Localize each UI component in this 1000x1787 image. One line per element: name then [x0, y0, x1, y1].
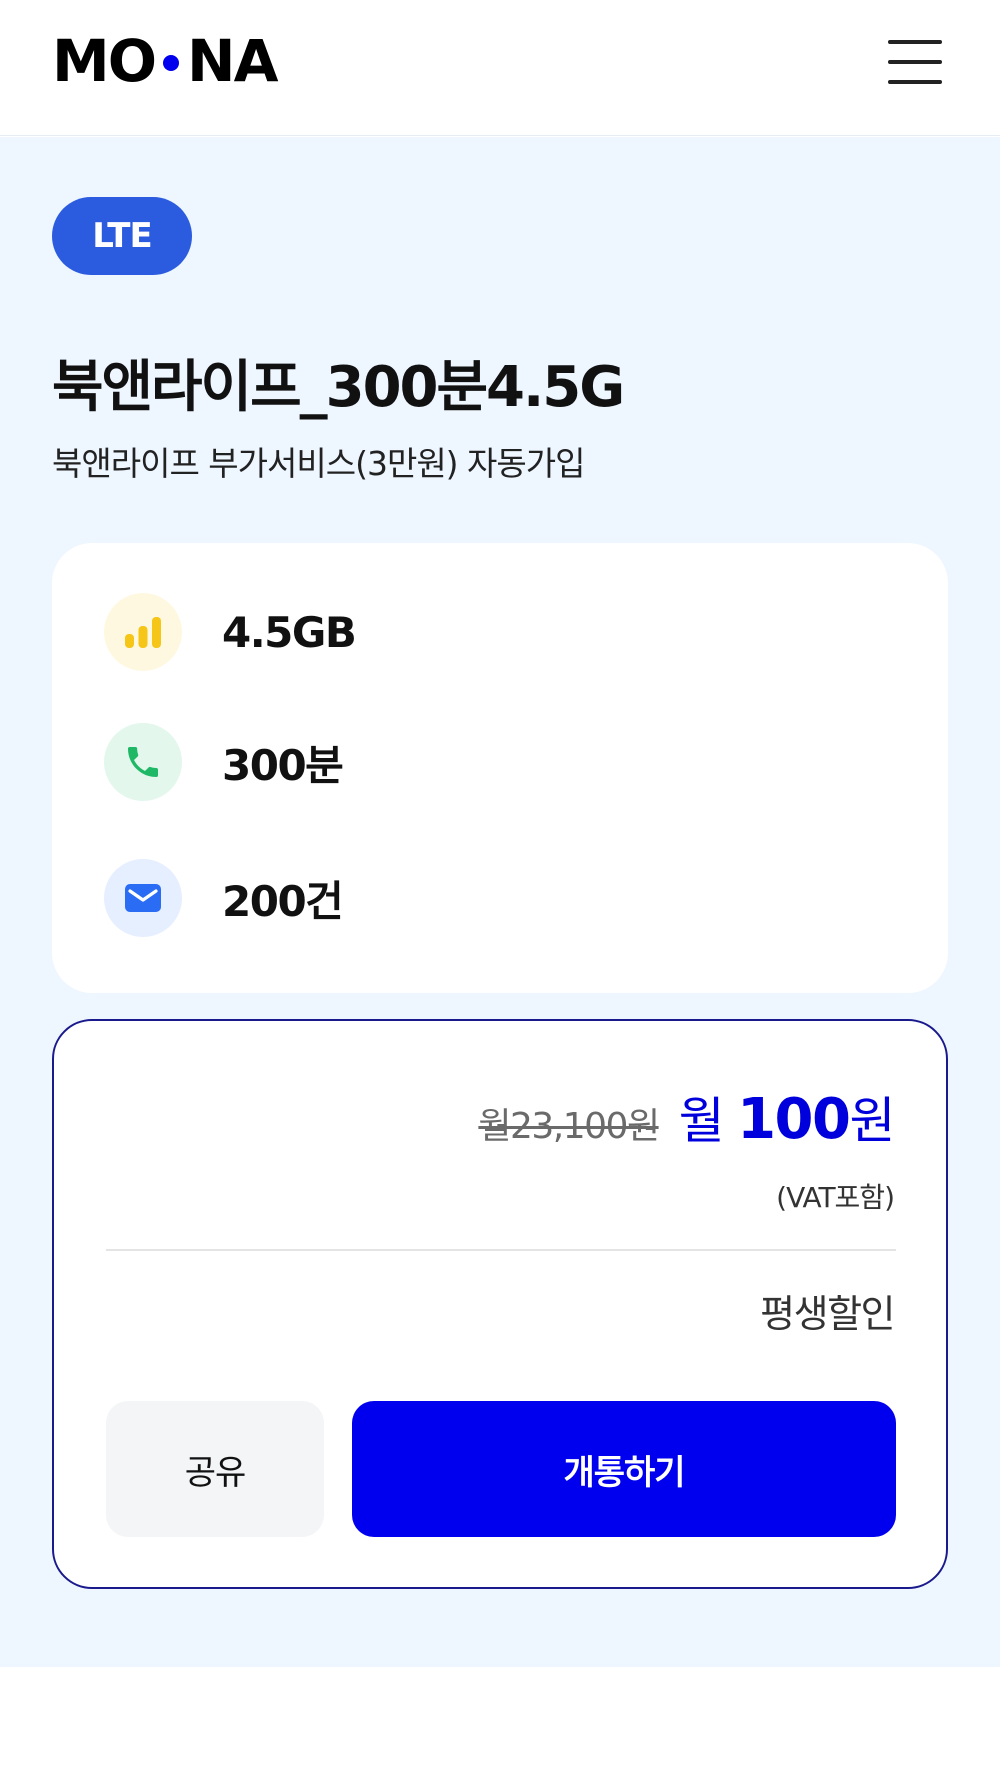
- logo-dot: [163, 55, 180, 71]
- sale-price-prefix: 월: [678, 1092, 725, 1150]
- phone-icon: [104, 723, 182, 801]
- features-card: 4.5GB 300분 200건: [52, 543, 948, 993]
- sale-price-amount: 100: [737, 1087, 851, 1152]
- feature-data: 4.5GB: [104, 593, 357, 671]
- discount-label: 평생할인: [760, 1292, 895, 1336]
- price-row: 월23,100원 월 100 원: [478, 1081, 896, 1153]
- activate-button[interactable]: 개통하기: [352, 1401, 896, 1537]
- original-price: 월23,100원: [478, 1106, 660, 1147]
- share-button[interactable]: 공유: [106, 1401, 324, 1537]
- feature-sms: 200건: [104, 859, 344, 937]
- menu-line: [888, 60, 942, 64]
- feature-data-value: 4.5GB: [222, 607, 357, 657]
- app-header: MO NA: [0, 0, 1000, 136]
- mail-icon: [104, 859, 182, 937]
- menu-line: [888, 80, 942, 84]
- mona-logo[interactable]: MO NA: [52, 27, 278, 95]
- menu-line: [888, 40, 942, 44]
- feature-voice: 300분: [104, 723, 344, 801]
- plan-subtitle: 북앤라이프 부가서비스(3만원) 자동가입: [52, 444, 585, 483]
- sale-price: 월 100 원: [678, 1081, 896, 1153]
- price-card: 월23,100원 월 100 원 (VAT포함) 평생할인 공유 개통하기: [52, 1019, 948, 1589]
- vat-note: (VAT포함): [776, 1181, 895, 1214]
- hamburger-menu-icon[interactable]: [888, 40, 942, 84]
- plan-title: 북앤라이프_300분4.5G: [52, 355, 625, 420]
- feature-sms-value: 200건: [222, 876, 344, 926]
- plan-detail: LTE 북앤라이프_300분4.5G 북앤라이프 부가서비스(3만원) 자동가입…: [0, 137, 1000, 1667]
- logo-text-right: NA: [187, 27, 278, 95]
- logo-text-left: MO: [52, 27, 157, 95]
- network-badge: LTE: [52, 197, 192, 275]
- feature-voice-value: 300분: [222, 740, 344, 790]
- signal-bars-icon: [104, 593, 182, 671]
- divider: [106, 1249, 896, 1251]
- sale-price-unit: 원: [849, 1092, 896, 1150]
